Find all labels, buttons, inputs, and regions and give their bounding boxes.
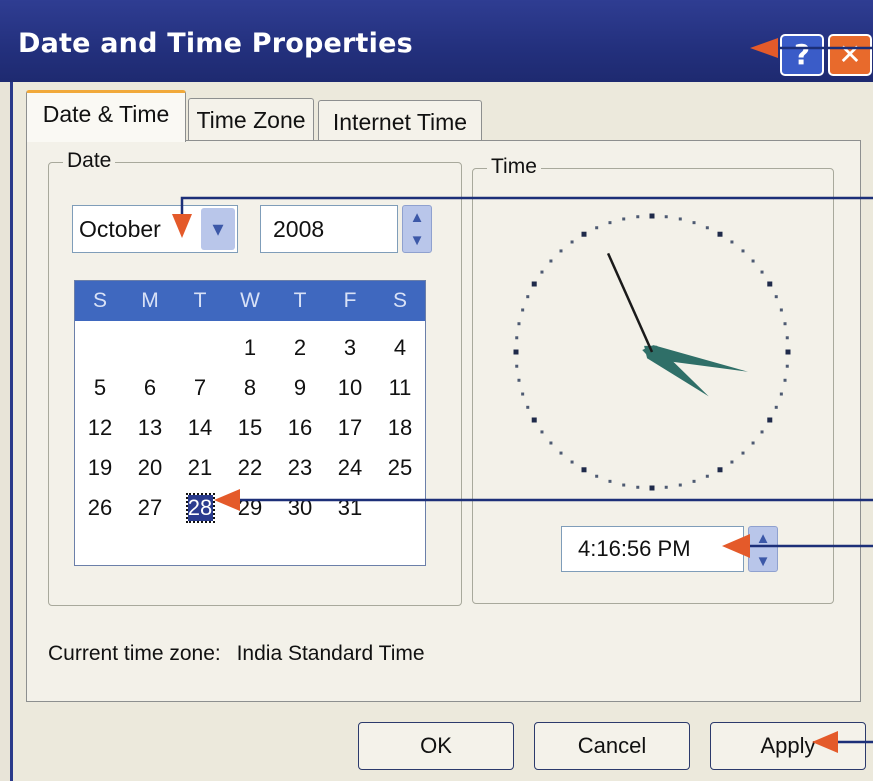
clock-minute-mark	[783, 322, 787, 326]
clock-minute-mark	[608, 479, 612, 483]
clock-minute-mark	[559, 451, 563, 455]
clock-minute-mark	[779, 308, 783, 312]
timezone-label: Current time zone:	[48, 642, 221, 665]
clock-hour-mark	[531, 281, 537, 287]
clock-minute-mark	[741, 249, 745, 253]
clock-minute-mark	[526, 295, 530, 299]
clock-hour-mark	[767, 281, 773, 287]
clock-minute-mark	[678, 483, 682, 487]
spin-up-icon[interactable]: ▲	[749, 527, 777, 550]
clock-minute-mark	[785, 336, 789, 340]
clock-minute-mark	[517, 322, 521, 326]
clock-minute-mark	[517, 378, 521, 382]
clock-hour-mark	[649, 485, 655, 491]
apply-button[interactable]: Apply	[710, 722, 866, 770]
clock-minute-mark	[751, 441, 755, 445]
clock-minute-mark	[730, 240, 734, 244]
clock-minute-mark	[664, 485, 668, 489]
clock-minute-mark	[549, 441, 553, 445]
clock-minute-mark	[570, 240, 574, 244]
spin-down-icon[interactable]: ▼	[749, 550, 777, 573]
clock-minute-mark	[664, 215, 668, 219]
clock-minute-mark	[678, 217, 682, 221]
clock-hour-mark	[767, 417, 773, 423]
clock-minute-mark	[608, 221, 612, 225]
clock-minute-mark	[540, 270, 544, 274]
clock-hour-mark	[785, 349, 791, 355]
clock-minute-mark	[783, 378, 787, 382]
clock-minute-mark	[515, 336, 519, 340]
clock-minute-mark	[570, 460, 574, 464]
clock-minute-mark	[692, 479, 696, 483]
clock-minute-mark	[595, 474, 599, 478]
cancel-button[interactable]: Cancel	[534, 722, 690, 770]
time-field[interactable]: 4:16:56 PM	[561, 526, 744, 572]
clock-minute-mark	[730, 460, 734, 464]
clock-minute-mark	[636, 485, 640, 489]
clock-minute-mark	[751, 259, 755, 263]
clock-minute-mark	[521, 392, 525, 396]
clock-minute-mark	[774, 295, 778, 299]
clock-minute-mark	[779, 392, 783, 396]
clock-minute-mark	[705, 474, 709, 478]
clock-minute-mark	[559, 249, 563, 253]
clock-minute-mark	[521, 308, 525, 312]
clock-minute-mark	[692, 221, 696, 225]
current-timezone: Current time zone: India Standard Time	[48, 642, 425, 666]
clock-hour-mark	[717, 231, 723, 237]
clock-hour-mark	[581, 231, 587, 237]
clock-minute-mark	[622, 483, 626, 487]
ok-button[interactable]: OK	[358, 722, 514, 770]
clock-minute-mark	[760, 430, 764, 434]
clock-minute-mark	[540, 430, 544, 434]
clock-second-hand	[606, 252, 654, 353]
clock-minute-mark	[595, 226, 599, 230]
clock-minute-mark	[741, 451, 745, 455]
clock-minute-mark	[705, 226, 709, 230]
clock-minute-mark	[515, 364, 519, 368]
clock-hour-mark	[649, 213, 655, 219]
clock-minute-mark	[785, 364, 789, 368]
clock-minute-mark	[622, 217, 626, 221]
tab-date-time[interactable]: Date & Time	[26, 90, 186, 142]
clock-hands	[606, 252, 748, 397]
timezone-value: India Standard Time	[236, 642, 425, 665]
clock-minute-mark	[526, 405, 530, 409]
clock-hour-mark	[531, 417, 537, 423]
clock-minute-mark	[549, 259, 553, 263]
clock-hour-mark	[513, 349, 519, 355]
clock-minute-mark	[636, 215, 640, 219]
time-spinner[interactable]: ▲ ▼	[748, 526, 778, 572]
clock-minute-mark	[760, 270, 764, 274]
clock-hour-mark	[581, 467, 587, 473]
clock-hour-mark	[717, 467, 723, 473]
clock-minute-mark	[774, 405, 778, 409]
